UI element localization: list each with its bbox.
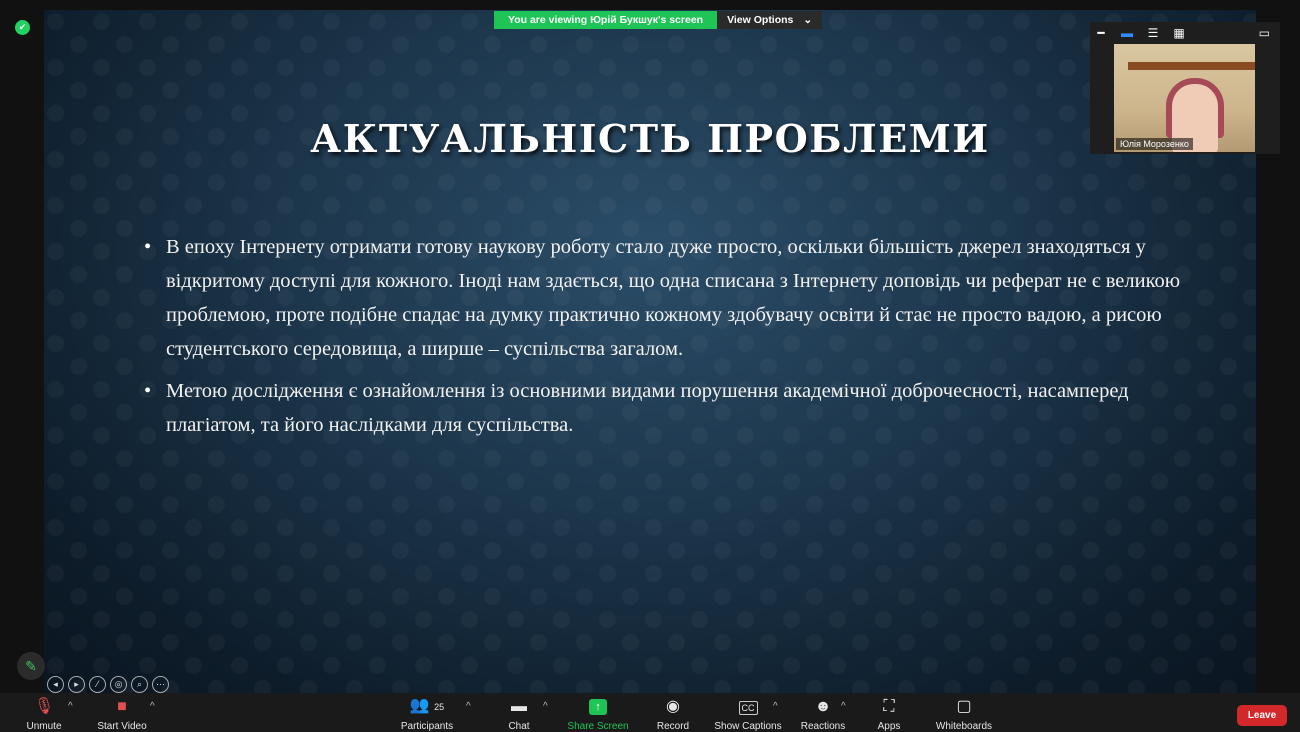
show-captions-label: Show Captions [714, 721, 782, 732]
chat-bubble-icon: ▬ [511, 698, 527, 715]
whiteboards-label: Whiteboards [935, 721, 993, 732]
whiteboard-icon: ▢ [956, 698, 972, 715]
closed-captions-icon: CC [738, 701, 758, 715]
show-captions-button[interactable]: CC Show Captions [712, 693, 784, 732]
minimize-icon[interactable]: ━ [1094, 26, 1108, 40]
shared-slide: АКТУАЛЬНІСТЬ ПРОБЛЕМИ В епоху Інтернету … [44, 10, 1256, 693]
viewing-banner: You are viewing Юрій Букшук's screen Vie… [494, 11, 823, 29]
slide-bullet: Метою дослідження є ознайомлення із осно… [140, 374, 1190, 442]
whiteboards-button[interactable]: ▢ Whiteboards [932, 693, 996, 732]
participants-label: Participants [400, 721, 454, 732]
grid-icon[interactable]: ▦ [1172, 26, 1186, 40]
leave-button[interactable]: Leave [1237, 705, 1287, 726]
captions-options-chevron-icon[interactable]: ^ [773, 701, 778, 712]
participants-count: 25 [434, 702, 445, 712]
share-screen-button[interactable]: ↑ Share Screen [566, 693, 630, 732]
arrow-left-icon[interactable]: ◂ [47, 676, 64, 693]
annotate-pen-icon[interactable]: ✎ [17, 652, 45, 680]
record-button[interactable]: ◉ Record [654, 693, 692, 732]
meeting-toolbar: 🎙 Unmute ^ ■ Start Video ^ 👥 25 Particip… [0, 693, 1300, 732]
share-screen-label: Share Screen [567, 721, 629, 732]
reactions-options-chevron-icon[interactable]: ^ [841, 701, 846, 712]
pop-out-icon[interactable]: ▭ [1259, 26, 1270, 40]
record-label: Record [656, 721, 690, 732]
participant-name-label: Юлія Морозенко [1116, 138, 1193, 150]
security-shield-icon[interactable]: ✔ [15, 20, 30, 35]
unmute-button[interactable]: 🎙 Unmute [22, 693, 66, 732]
video-panel-controls: ━ ▬ ☰ ▦ [1094, 26, 1186, 40]
slide-title: АКТУАЛЬНІСТЬ ПРОБЛЕМИ [310, 116, 990, 161]
microphone-muted-icon: 🎙 [33, 698, 55, 715]
apps-icon: ⛶ [883, 698, 895, 715]
participant-video[interactable]: Юлія Морозенко [1114, 44, 1255, 152]
share-screen-icon: ↑ [589, 699, 607, 715]
speaker-view-icon[interactable]: ▬ [1120, 26, 1134, 40]
apps-button[interactable]: ⛶ Apps [874, 693, 904, 732]
zoom-icon[interactable]: ⌕ [131, 676, 148, 693]
pointer-icon[interactable]: ◎ [110, 676, 127, 693]
chat-button[interactable]: ▬ Chat [504, 693, 534, 732]
participants-button[interactable]: 👥 25 Participants [396, 693, 458, 732]
gallery-strip-icon[interactable]: ☰ [1146, 26, 1160, 40]
video-thumbnail-panel: ━ ▬ ☰ ▦ ▭ Юлія Морозенко [1090, 22, 1280, 154]
apps-label: Apps [877, 721, 901, 732]
chat-label: Chat [508, 721, 530, 732]
audio-options-chevron-icon[interactable]: ^ [68, 701, 73, 712]
background-shelf [1128, 62, 1255, 70]
record-icon: ◉ [666, 698, 680, 715]
participants-icon: 👥 25 [409, 697, 445, 714]
start-video-label: Start Video [97, 721, 147, 732]
annotation-toolbar: ◂ ▸ ⁄ ◎ ⌕ ⋯ [47, 676, 169, 693]
play-icon[interactable]: ▸ [68, 676, 85, 693]
pencil-icon[interactable]: ⁄ [89, 676, 106, 693]
reactions-smiley-icon: ☻ [814, 698, 832, 715]
meeting-window: АКТУАЛЬНІСТЬ ПРОБЛЕМИ В епоху Інтернету … [0, 0, 1300, 732]
slide-bullet: В епоху Інтернету отримати готову науков… [140, 230, 1190, 366]
view-options-label: View Options [727, 14, 794, 26]
unmute-label: Unmute [26, 721, 62, 732]
slide-bullet-list: В епоху Інтернету отримати готову науков… [140, 230, 1190, 450]
participants-options-chevron-icon[interactable]: ^ [466, 701, 471, 712]
reactions-label: Reactions [800, 721, 846, 732]
video-camera-off-icon: ■ [117, 698, 127, 715]
viewing-screen-label: You are viewing Юрій Букшук's screen [494, 11, 718, 29]
view-options-button[interactable]: View Options ⌄ [717, 11, 823, 29]
chat-options-chevron-icon[interactable]: ^ [543, 701, 548, 712]
start-video-button[interactable]: ■ Start Video [92, 693, 152, 732]
reactions-button[interactable]: ☻ Reactions [798, 693, 848, 732]
video-options-chevron-icon[interactable]: ^ [150, 701, 155, 712]
chevron-down-icon: ⌄ [803, 14, 813, 26]
more-icon[interactable]: ⋯ [152, 676, 169, 693]
